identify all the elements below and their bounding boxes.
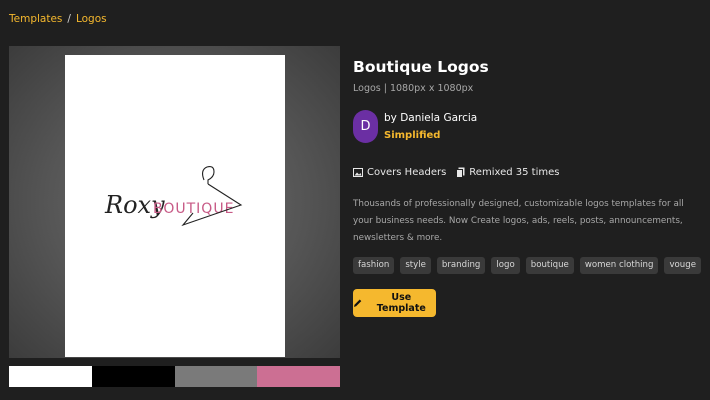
tag-branding[interactable]: branding	[436, 257, 486, 274]
remixed-count-info: Remixed 35 times	[456, 167, 559, 178]
breadcrumb-separator: /	[67, 13, 71, 25]
palette-swatch-black[interactable]	[91, 366, 175, 387]
palette-swatch-white[interactable]	[9, 366, 92, 387]
covers-headers-info: Covers Headers	[353, 167, 446, 178]
palette-swatch-gray[interactable]	[174, 366, 258, 387]
logo-caps-text: BOUTIQUE	[153, 201, 234, 217]
template-dimensions: Logos | 1080px x 1080px	[353, 83, 474, 94]
template-preview: Roxy BOUTIQUE	[9, 46, 340, 358]
boutique-logo: Roxy BOUTIQUE	[104, 166, 243, 227]
remixed-count-label: Remixed 35 times	[469, 167, 560, 178]
tag-vouge[interactable]: vouge	[664, 257, 701, 274]
template-meta: Covers Headers Remixed 35 times	[353, 167, 569, 178]
tag-women-clothing[interactable]: women clothing	[579, 257, 659, 274]
tag-list: fashion style branding logo boutique wom…	[353, 257, 701, 274]
breadcrumb-templates-link[interactable]: Templates	[9, 13, 62, 25]
covers-headers-label: Covers Headers	[367, 167, 447, 178]
tag-boutique[interactable]: boutique	[525, 257, 574, 274]
tag-fashion[interactable]: fashion	[353, 257, 395, 274]
page-title: Boutique Logos	[353, 58, 489, 76]
tag-style[interactable]: style	[400, 257, 431, 274]
color-palette	[9, 366, 340, 387]
template-description: Thousands of professionally designed, cu…	[353, 199, 684, 243]
use-template-label: Use Template	[376, 292, 426, 314]
pencil-icon	[353, 299, 362, 307]
template-info: Boutique Logos Logos | 1080px x 1080px	[353, 58, 693, 94]
author-name[interactable]: by Daniela Garcia	[384, 112, 477, 124]
author-org[interactable]: Simplified	[384, 130, 477, 141]
use-template-button[interactable]: Use Template	[353, 289, 436, 317]
breadcrumb: Templates / Logos	[9, 13, 107, 25]
author-block: D by Daniela Garcia Simplified	[353, 110, 477, 143]
palette-swatch-pink[interactable]	[257, 366, 340, 387]
preview-canvas[interactable]: Roxy BOUTIQUE	[65, 55, 285, 357]
tag-logo[interactable]: logo	[491, 257, 520, 274]
copy-icon	[456, 167, 465, 178]
image-icon	[353, 168, 363, 177]
breadcrumb-logos-link[interactable]: Logos	[76, 13, 107, 25]
avatar[interactable]: D	[353, 110, 378, 143]
